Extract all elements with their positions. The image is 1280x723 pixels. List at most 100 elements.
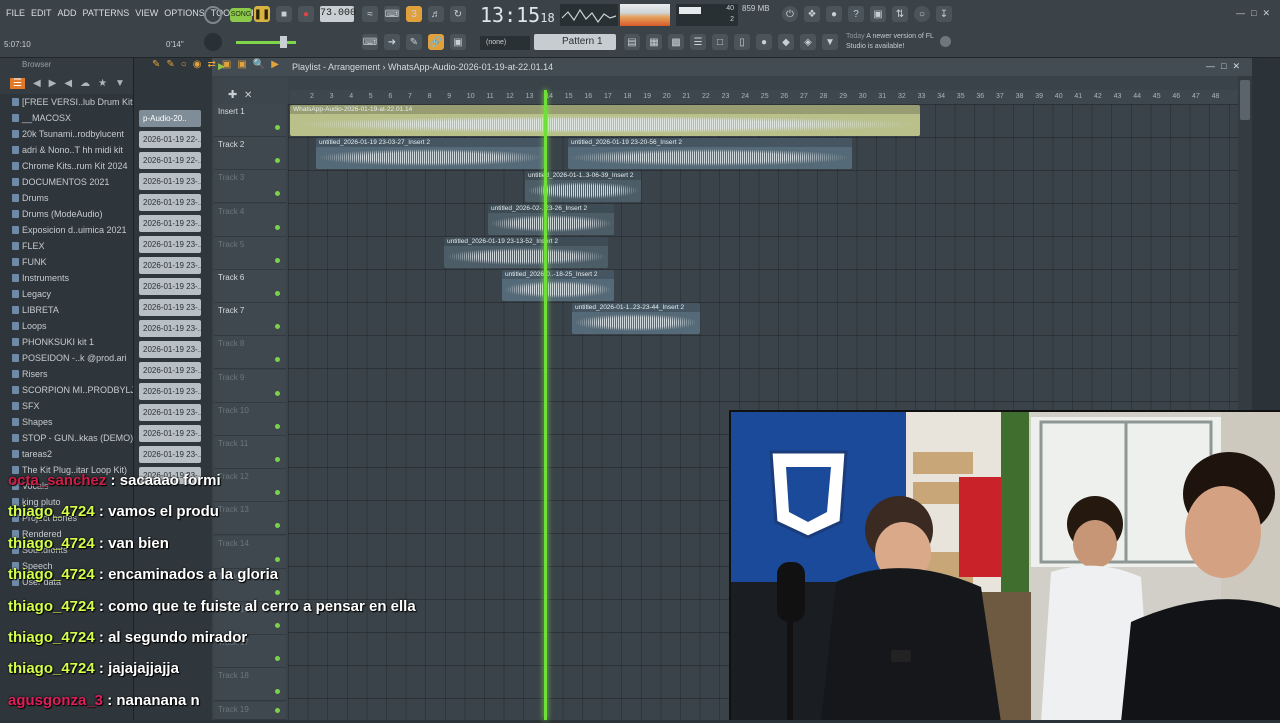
browser-folder-item[interactable]: Risers	[0, 366, 133, 382]
channel-button[interactable]: 2026-01-19 23-..	[139, 404, 201, 421]
link-icon[interactable]: 🔗	[428, 34, 444, 50]
file-icon[interactable]: ▯	[734, 34, 750, 50]
track-header[interactable]: Track 2	[214, 137, 286, 171]
browser-menu-icon[interactable]: ☰	[10, 77, 25, 89]
menu-edit[interactable]: EDIT	[31, 8, 52, 18]
playlist-icon[interactable]: ▤	[624, 34, 640, 50]
track-mute-led[interactable]	[275, 457, 280, 462]
track-mute-led[interactable]	[275, 324, 280, 330]
browser-forward-icon[interactable]: ▶	[49, 78, 57, 89]
playlist-tools[interactable]: ✎✎○◉⇄▣▣🔍▶	[152, 59, 285, 70]
star-icon[interactable]: ★	[98, 78, 107, 89]
browser-folder-item[interactable]: DOCUMENTOS 2021	[0, 174, 133, 190]
track-header[interactable]: Track 5	[214, 236, 286, 270]
master-volume-handle[interactable]	[280, 36, 287, 48]
track-mute-led[interactable]	[275, 291, 280, 296]
browser-filter-icon[interactable]: ▼	[115, 78, 125, 89]
master-pitch-knob[interactable]	[204, 33, 222, 51]
browser-folder-item[interactable]: tareas2	[0, 446, 133, 462]
loop-record-icon[interactable]: ↻	[450, 6, 466, 22]
draw-icon[interactable]: ✎	[406, 34, 422, 50]
channel-button[interactable]: 2026-01-19 22-..	[139, 152, 201, 169]
track-header[interactable]: Track 11	[214, 436, 286, 469]
audio-clip[interactable]: WhatsApp-Audio-2026-01-19-at-22.01.14	[290, 105, 920, 136]
browser-folder-item[interactable]: POSEIDON -..k @prod.ari	[0, 350, 133, 366]
track-mute-led[interactable]	[275, 357, 280, 363]
audio-clip[interactable]: untitled_2026-01-19 23-13-52_Insert 2	[444, 237, 608, 268]
pause-button[interactable]: ❚❚	[254, 6, 270, 22]
tools-icon[interactable]: ❖	[804, 6, 820, 22]
track-header[interactable]: Track 10	[214, 402, 286, 436]
channel-button[interactable]: 2026-01-19 23-..	[139, 257, 201, 274]
news-icon[interactable]	[940, 36, 951, 47]
track-header[interactable]: Insert 1	[214, 104, 286, 137]
tempo-display[interactable]: 73.000	[320, 6, 356, 22]
channel-button[interactable]: p-Audio-20..	[139, 110, 201, 127]
metronome-icon[interactable]	[204, 6, 222, 24]
channel-button[interactable]: 2026-01-19 23-..	[139, 362, 201, 379]
audio-clip[interactable]: untitled_2026-01-1..3-06-39_Insert 2	[525, 171, 641, 202]
power-icon[interactable]: ⏻	[782, 6, 798, 22]
channel-button[interactable]: 2026-01-19 23-..	[139, 341, 201, 358]
channel-button[interactable]: 2026-01-19 23-..	[139, 320, 201, 337]
menu-file[interactable]: FILE	[6, 8, 25, 18]
browser-collapse-icon[interactable]: ◀	[64, 78, 72, 89]
browser-folder-item[interactable]: LIBRETA	[0, 302, 133, 318]
audio-clip[interactable]: untitled_2026-01-19 23-03-27_Insert 2	[316, 138, 544, 169]
menu-add[interactable]: ADD	[58, 8, 77, 18]
browser-folder-item[interactable]: Legacy	[0, 286, 133, 302]
menu-view[interactable]: VIEW	[135, 8, 158, 18]
browser-folder-item[interactable]: [FREE VERSI..lub Drum Kit	[0, 94, 133, 110]
browser-folder-item[interactable]: Shapes	[0, 414, 133, 430]
track-header[interactable]: Track 4	[214, 203, 286, 237]
browser-folder-item[interactable]: SFX	[0, 398, 133, 414]
mixer-icon[interactable]: ▩	[668, 34, 684, 50]
track-mute-led[interactable]	[275, 125, 280, 130]
cloud-icon[interactable]: ☁	[80, 78, 90, 89]
channel-button[interactable]: 2026-01-19 23-..	[139, 299, 201, 316]
channel-button[interactable]: 2026-01-19 23-..	[139, 446, 201, 463]
piano-roll-icon[interactable]: ⌨	[362, 34, 378, 50]
channel-button[interactable]: 2026-01-19 23-..	[139, 278, 201, 295]
countdown-icon[interactable]: 3	[406, 6, 422, 22]
channel-button[interactable]: 2026-01-19 23-..	[139, 236, 201, 253]
stamp-icon[interactable]: ▣	[450, 34, 466, 50]
pattern-selector[interactable]: Pattern 1	[534, 34, 616, 50]
export-icon[interactable]: ⇅	[892, 6, 908, 22]
browser-folder-item[interactable]: Drums (ModeAudio)	[0, 206, 133, 222]
add-track-icon[interactable]: ✚	[228, 88, 237, 101]
browser-folder-item[interactable]: __MACOSX	[0, 110, 133, 126]
picker-icon[interactable]: ▼	[822, 34, 838, 50]
track-header[interactable]: Track 9	[214, 369, 286, 403]
track-mute-led[interactable]	[275, 423, 280, 429]
close-icon[interactable]: ✕	[1262, 8, 1270, 19]
track-mute-led[interactable]	[275, 257, 280, 263]
scroll-thumb[interactable]	[1240, 80, 1250, 120]
browser-icon[interactable]: □	[712, 34, 728, 50]
menu-patterns[interactable]: PATTERNS	[83, 8, 130, 18]
audio-clip[interactable]: untitled_2026-01-19 23-20-56_Insert 2	[568, 138, 852, 169]
browser-folder-item[interactable]: FLEX	[0, 238, 133, 254]
song-mode-toggle[interactable]: SONG	[230, 8, 252, 22]
master-volume-slider[interactable]	[236, 41, 296, 44]
browser-folder-item[interactable]: Loops	[0, 318, 133, 334]
maximize-icon[interactable]: □	[1251, 8, 1256, 19]
browser-folder-item[interactable]: FUNK	[0, 254, 133, 270]
browser-folder-item[interactable]: STOP - GUN..kkas (DEMO)	[0, 430, 133, 446]
browser-folder-item[interactable]: Drums	[0, 190, 133, 206]
track-mute-led[interactable]	[275, 390, 280, 396]
channel-button[interactable]: 2026-01-19 23-..	[139, 194, 201, 211]
browser-folder-item[interactable]: PHONKSUKI kit 1	[0, 334, 133, 350]
track-header[interactable]: Track 8	[214, 336, 286, 370]
step-edit-icon[interactable]: ≈	[362, 6, 378, 22]
news-panel[interactable]: Today A newer version of FL Studio is av…	[846, 32, 936, 52]
window-controls[interactable]: — □ ✕	[1236, 8, 1270, 19]
channel-button[interactable]: 2026-01-19 23-..	[139, 215, 201, 232]
channel-button[interactable]: 2026-01-19 23-..	[139, 173, 201, 190]
audio-clip[interactable]: untitled_2026-01-1..23-23-44_Insert 2	[572, 303, 700, 334]
help-icon[interactable]: ?	[848, 6, 864, 22]
sliders-icon[interactable]: ☰	[690, 34, 706, 50]
menu-options[interactable]: OPTIONS	[164, 8, 205, 18]
arrow-icon[interactable]: ➜	[384, 34, 400, 50]
browser-folder-item[interactable]: Chrome Kits..rum Kit 2024	[0, 158, 133, 174]
